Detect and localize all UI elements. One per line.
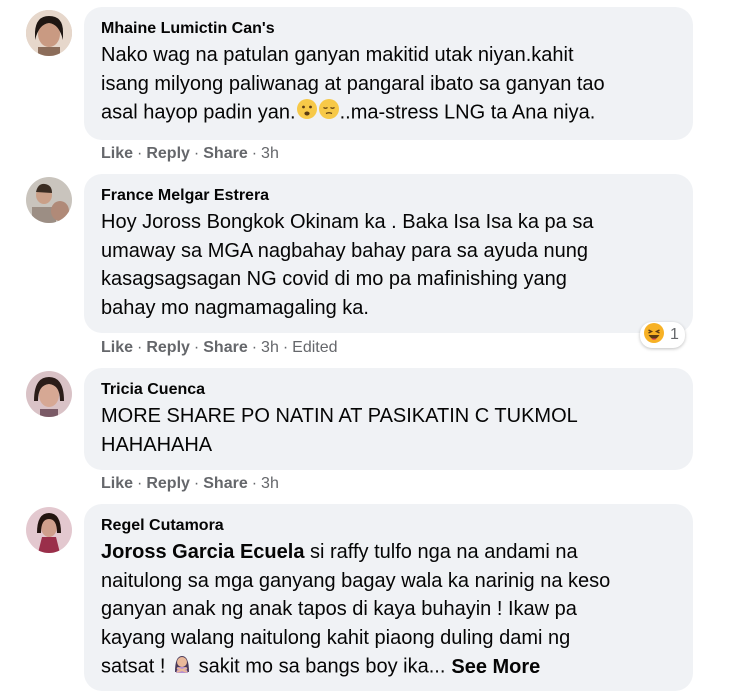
comment-line-start: satsat ! <box>101 655 172 678</box>
reply-link[interactable]: Reply <box>146 475 190 492</box>
comment-line: kayang walang naitulong kahit piaong dul… <box>101 626 571 649</box>
avatar[interactable] <box>26 177 72 223</box>
separator: · <box>282 339 289 356</box>
timestamp[interactable]: 3h <box>261 145 279 162</box>
reply-link[interactable]: Reply <box>146 145 190 162</box>
separator: · <box>137 475 143 492</box>
comment-line-start: asal hayop padin yan. <box>101 101 296 124</box>
pensive-face-icon <box>318 98 340 129</box>
avatar[interactable] <box>26 371 72 417</box>
comment-author[interactable]: Regel Cutamora <box>101 516 675 536</box>
comment-author[interactable]: France Melgar Estrera <box>101 186 675 206</box>
separator: · <box>251 145 258 162</box>
profile-photo-icon <box>26 10 72 56</box>
timestamp[interactable]: 3h <box>261 339 279 356</box>
comment-line: asal hayop padin yan. ..ma-stress LNG ta … <box>101 98 675 129</box>
comment-line-end: ..ma-stress LNG ta Ana niya. <box>339 101 596 124</box>
comment-author[interactable]: Tricia Cuenca <box>101 380 675 400</box>
comment-line: Hoy Joross Bongkok Okinam ka . Baka Isa … <box>101 211 594 233</box>
worried-face-icon <box>296 98 318 129</box>
comment-line: satsat ! sakit mo sa bangs boy ika... See… <box>101 652 675 683</box>
share-link[interactable]: Share <box>203 475 247 492</box>
comment-line: bahay mo nagmamagaling ka. <box>101 296 369 319</box>
comment-line-rest: si raffy tulfo nga na andami na <box>304 541 578 563</box>
comment-text: Nako wag na patulan ganyan makitid utak … <box>101 41 675 129</box>
comment-line: ganyan anak ng anak tapos di kaya buhayi… <box>101 598 577 620</box>
like-link[interactable]: Like <box>101 475 133 492</box>
reaction-summary[interactable]: 1 <box>640 322 685 348</box>
timestamp[interactable]: 3h <box>261 475 279 492</box>
comment-actions: Like · Reply · Share · 3h <box>101 474 279 494</box>
comment-line: isang milyong paliwanag at pangaral ibat… <box>101 72 605 95</box>
comment-text: Joross Garcia Ecuela si raffy tulfo nga … <box>101 538 675 683</box>
comment-line: HAHAHAHA <box>101 433 213 456</box>
comment-line: MORE SHARE PO NATIN AT PASIKATIN C TUKMO… <box>101 405 578 427</box>
like-link[interactable]: Like <box>101 145 133 162</box>
separator: · <box>193 145 200 162</box>
comment-line-end: sakit mo sa bangs boy ika... <box>193 655 446 678</box>
separator: · <box>193 475 200 492</box>
like-link[interactable]: Like <box>101 339 133 356</box>
separator: · <box>251 339 258 356</box>
profile-photo-icon <box>26 507 72 553</box>
mention-link[interactable]: Joross Garcia Ecuela <box>101 541 304 563</box>
comment-author[interactable]: Mhaine Lumictin Can's <box>101 19 675 39</box>
comment-text: MORE SHARE PO NATIN AT PASIKATIN C TUKMO… <box>101 402 675 459</box>
comment-actions: Like · Reply · Share · 3h · Edited <box>101 338 338 358</box>
avatar[interactable] <box>26 10 72 56</box>
comment-text: Hoy Joross Bongkok Okinam ka . Baka Isa … <box>101 208 675 322</box>
comment-line: Joross Garcia Ecuela si raffy tulfo nga … <box>101 538 675 567</box>
avatar[interactable] <box>26 507 72 553</box>
reply-link[interactable]: Reply <box>146 339 190 356</box>
reaction-count: 1 <box>670 326 679 343</box>
separator: · <box>137 339 143 356</box>
comment-line: kasagsagsagan NG covid di mo pa mafinish… <box>101 268 567 290</box>
comment-bubble: Tricia Cuenca MORE SHARE PO NATIN AT PAS… <box>84 368 693 470</box>
profile-photo-icon <box>26 177 72 223</box>
comment-line: umaway sa MGA nagbahay bahay para sa ayu… <box>101 239 588 262</box>
separator: · <box>193 339 200 356</box>
haha-reaction-icon <box>643 322 665 349</box>
profile-photo-icon <box>26 371 72 417</box>
share-link[interactable]: Share <box>203 145 247 162</box>
comment-bubble: Mhaine Lumictin Can's Nako wag na patula… <box>84 7 693 140</box>
see-more-link[interactable]: See More <box>451 656 540 678</box>
comment-line: Nako wag na patulan ganyan makitid utak … <box>101 44 574 66</box>
comment-actions: Like · Reply · Share · 3h <box>101 144 279 164</box>
share-link[interactable]: Share <box>203 339 247 356</box>
edited-label[interactable]: Edited <box>292 339 337 356</box>
separator: · <box>251 475 258 492</box>
comment-line: naitulong sa mga ganyang bagay wala ka n… <box>101 569 611 592</box>
comment-bubble: Regel Cutamora Joross Garcia Ecuela si r… <box>84 504 693 691</box>
separator: · <box>137 145 143 162</box>
person-gesturing-no-icon <box>171 652 193 683</box>
comment-bubble: France Melgar Estrera Hoy Joross Bongkok… <box>84 174 693 333</box>
